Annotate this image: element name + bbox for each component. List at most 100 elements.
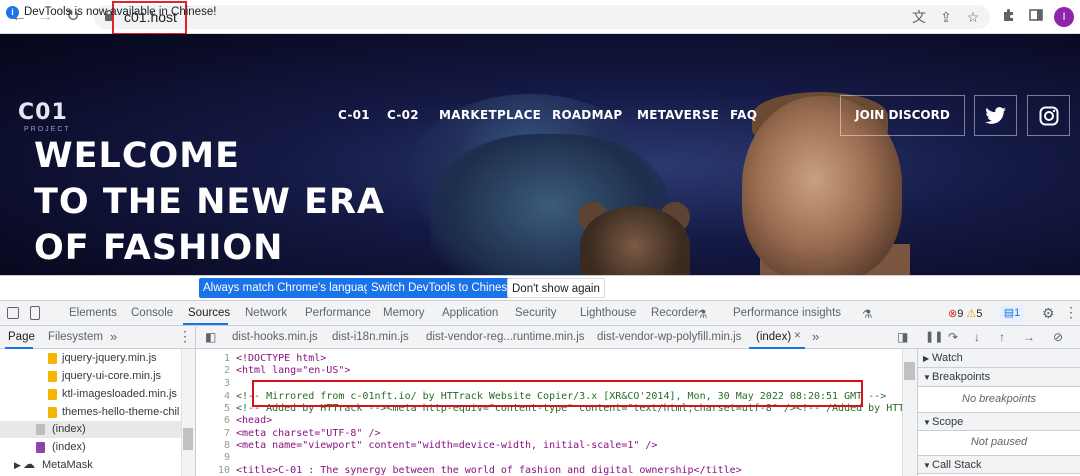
instagram-button[interactable] [1027,95,1070,136]
tab-network[interactable]: Network [245,307,287,319]
tab-page[interactable]: Page [8,331,35,343]
error-count: 9 [957,308,964,320]
device-toolbar-icon[interactable] [30,306,40,320]
pause-icon[interactable]: ❚❚ [925,330,943,343]
site-logo[interactable]: C01 PROJECT [18,100,80,140]
infobar-message: DevTools is now available in Chinese! [24,6,217,18]
menu-marketplace[interactable]: MARKETPLACE [439,108,541,122]
section-watch[interactable]: ▶ Watch [918,349,1080,368]
document-icon [36,424,45,435]
logo-text: C01 [18,100,68,125]
more-options-icon[interactable]: ⋮ [1064,304,1078,321]
editor-tab[interactable]: dist-vendor-reg...runtime.min.js [426,331,585,343]
navigator-menu-icon[interactable]: ⋮ [178,328,192,345]
tab-console[interactable]: Console [131,307,173,319]
hero-banner: C01 PROJECT C-01 C-02 MARKETPLACE ROADMA… [0,34,1080,275]
section-scope[interactable]: ▼ Scope [918,412,1080,431]
menu-faq[interactable]: FAQ [730,108,757,122]
twitter-button[interactable] [974,95,1017,136]
code-line: <meta charset="UTF-8" /> [236,428,381,439]
toggle-navigator-icon[interactable]: ◧ [205,330,216,344]
step-over-icon[interactable]: ↷ [948,330,958,344]
editor-tab[interactable]: dist-vendor-wp-polyfill.min.js [597,331,741,343]
dont-show-again-button[interactable]: Don't show again [507,278,605,298]
extensions-icon[interactable] [999,7,1019,27]
tree-item-file-selected[interactable]: (index) [0,421,181,438]
bookmark-star-icon[interactable]: ☆ [963,7,983,27]
editor-tab[interactable]: dist-hooks.min.js [232,331,318,343]
section-breakpoints[interactable]: ▼ Breakpoints [918,368,1080,387]
section-label: Scope [932,416,964,428]
line-number: 1 [223,353,230,364]
navigator-scroll-thumb[interactable] [183,428,193,450]
tree-item-file[interactable]: (index) [0,439,181,456]
more-tabs-icon[interactable]: » [110,329,117,344]
step-icon[interactable]: → [1023,330,1035,344]
tab-memory[interactable]: Memory [383,307,425,319]
share-icon[interactable]: ⇪ [936,7,956,27]
editor-tab-bar: ◧ dist-hooks.min.js dist-i18n.min.js dis… [195,326,917,349]
tab-application[interactable]: Application [442,307,498,319]
file-tree: jquery-jquery.min.js jquery-ui-core.min.… [0,349,181,476]
warning-icon: ⚠ [966,308,977,320]
code-line: <title>C-01 : The synergy between the wo… [236,465,742,476]
section-label: Watch [932,352,963,364]
twitter-icon [984,106,1006,124]
line-number: 8 [223,440,230,451]
active-tab-indicator [183,323,228,325]
error-icon: ⊗ [948,308,958,320]
menu-c01[interactable]: C-01 [338,108,370,122]
step-out-icon[interactable]: ↑ [999,330,1005,344]
tree-item-folder[interactable]: ▶ ☁ MetaMask [0,457,181,474]
close-tab-icon[interactable]: × [794,330,801,342]
collapse-arrow-icon: ▼ [923,418,931,427]
line-number: 6 [223,415,230,426]
expand-arrow-icon: ▶ [14,460,21,470]
editor-scroll-thumb[interactable] [904,362,915,380]
settings-gear-icon[interactable]: ⚙ [1042,305,1055,322]
more-editor-tabs-icon[interactable]: » [812,329,819,344]
section-call-stack[interactable]: ▼ Call Stack [918,455,1080,474]
logo-subtext: PROJECT [24,126,71,133]
headline-line-2: TO THE NEW ERA [34,182,386,222]
tree-item-file[interactable]: jquery-jquery.min.js [0,350,181,367]
code-line: <!DOCTYPE html> [236,353,327,364]
message-badge[interactable]: ▤1 [1000,305,1024,322]
code-line: <meta name="viewport" content="width=dev… [236,440,658,451]
switch-chinese-button[interactable]: Switch DevTools to Chinese [367,278,518,298]
side-panel-icon[interactable] [1026,7,1046,27]
tab-recorder[interactable]: Recorder [651,307,698,319]
line-number: 7 [223,428,230,439]
navigator-scrollbar[interactable] [181,349,195,476]
tab-sources[interactable]: Sources [188,307,230,319]
tab-performance[interactable]: Performance [305,307,371,319]
match-language-button[interactable]: Always match Chrome's language [199,278,381,298]
editor-tab-active[interactable]: (index) [756,331,791,343]
tab-filesystem[interactable]: Filesystem [48,331,103,343]
menu-c02[interactable]: C-02 [387,108,419,122]
tab-lighthouse[interactable]: Lighthouse [580,307,636,319]
tree-item-file[interactable]: themes-hello-theme-chil [0,404,181,421]
code-line: <html lang="en-US"> [236,365,351,376]
tree-item-file[interactable]: ktl-imagesloaded.min.js [0,386,181,403]
deactivate-breakpoints-icon[interactable]: ⊘ [1053,330,1063,344]
tab-elements[interactable]: Elements [69,307,117,319]
step-into-icon[interactable]: ↓ [974,330,980,344]
tab-performance-insights[interactable]: Performance insights [733,307,841,319]
issue-counter[interactable]: ⊗9 ⚠5 [948,307,982,320]
headline-line-3: OF FASHION [34,228,284,268]
cloud-icon: ☁ [23,457,35,471]
tab-security[interactable]: Security [515,307,557,319]
address-bar[interactable] [94,5,990,29]
profile-avatar[interactable]: I [1054,7,1074,27]
menu-roadmap[interactable]: ROADMAP [552,108,623,122]
translate-icon[interactable]: 文 [909,7,929,27]
tree-item-file[interactable]: jquery-ui-core.min.js [0,368,181,385]
inspect-element-icon[interactable] [7,307,19,319]
editor-tab[interactable]: dist-i18n.min.js [332,331,409,343]
toggle-debugger-icon[interactable]: ◨ [897,330,908,344]
code-editor[interactable]: 1 <!DOCTYPE html> 2 <html lang="en-US"> … [195,349,902,476]
join-discord-button[interactable]: JOIN DISCORD [840,95,965,136]
menu-metaverse[interactable]: METAVERSE [637,108,719,122]
devtools-tab-bar: Elements Console Sources Network Perform… [0,301,1080,326]
